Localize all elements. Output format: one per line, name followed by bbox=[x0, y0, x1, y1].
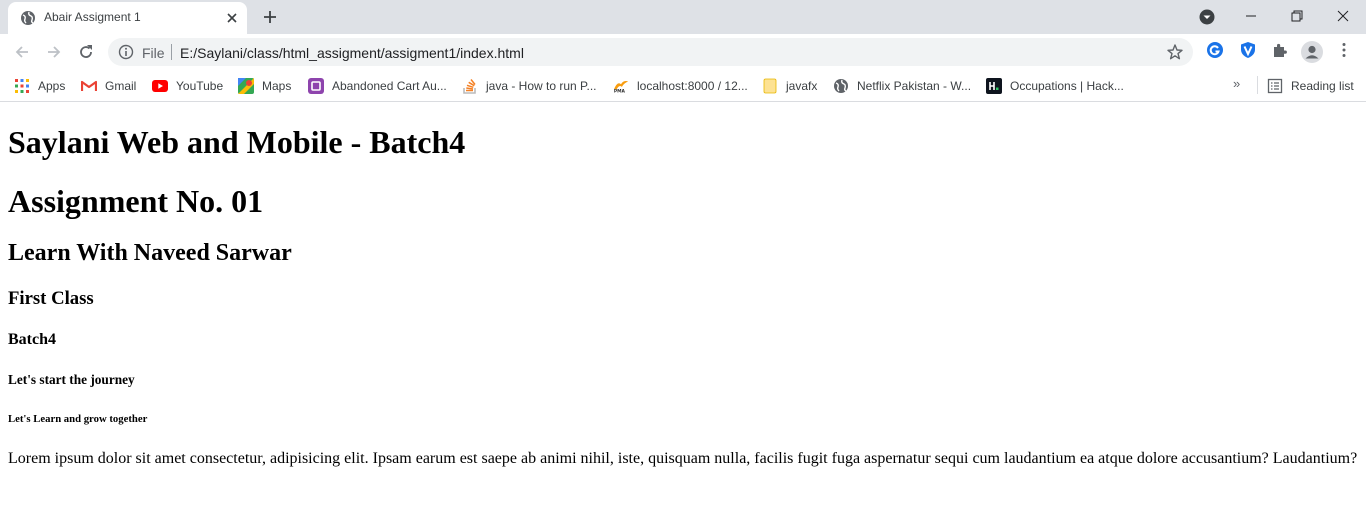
close-window-icon[interactable] bbox=[1320, 0, 1366, 32]
bookmark-label: Gmail bbox=[105, 79, 137, 93]
bookmark-label: Abandoned Cart Au... bbox=[332, 79, 447, 93]
bookmark-javafx[interactable]: javafx bbox=[762, 76, 817, 96]
bookmark-youtube[interactable]: YouTube bbox=[152, 76, 223, 96]
new-tab-icon[interactable] bbox=[260, 7, 280, 27]
bookmark-label: Apps bbox=[38, 79, 66, 93]
hackerrank-icon bbox=[986, 78, 1002, 94]
bookmark-star-icon[interactable] bbox=[1166, 43, 1184, 61]
globe-icon bbox=[20, 10, 36, 26]
bookmarks-divider bbox=[1257, 76, 1258, 94]
bookmark-label: Netflix Pakistan - W... bbox=[857, 79, 972, 93]
bookmark-label: Maps bbox=[262, 79, 292, 93]
bookmarks-bar: Apps Gmail YouTube Maps Abandoned Cart A… bbox=[0, 70, 1366, 102]
browser-toolbar: File E:/Saylani/class/html_assigment/ass… bbox=[0, 34, 1366, 70]
instructor-heading: Learn With Naveed Sarwar bbox=[8, 240, 292, 266]
class-heading: First Class bbox=[8, 288, 94, 309]
more-bookmarks-button[interactable]: » bbox=[1233, 76, 1240, 91]
page-title-heading: Saylani Web and Mobile - Batch4 bbox=[8, 124, 466, 160]
url-text[interactable]: E:/Saylani/class/html_assigment/assigmen… bbox=[180, 45, 524, 61]
cart-icon bbox=[308, 78, 324, 94]
close-tab-icon[interactable] bbox=[223, 9, 241, 27]
grow-heading: Let's Learn and grow together bbox=[8, 413, 148, 425]
batch-heading: Batch4 bbox=[8, 331, 56, 348]
forward-icon[interactable] bbox=[42, 40, 66, 64]
url-scheme-label: File bbox=[142, 45, 165, 61]
address-bar[interactable]: File E:/Saylani/class/html_assigment/ass… bbox=[108, 38, 1193, 66]
bookmark-label: java - How to run P... bbox=[486, 79, 597, 93]
lorem-paragraph: Lorem ipsum dolor sit amet consectetur, … bbox=[8, 450, 1358, 467]
reading-list-button[interactable]: Reading list bbox=[1267, 76, 1354, 96]
restore-icon[interactable] bbox=[1274, 0, 1320, 32]
bookmark-apps[interactable]: Apps bbox=[14, 76, 65, 96]
reading-list-label: Reading list bbox=[1291, 79, 1354, 93]
youtube-icon bbox=[152, 78, 168, 94]
tab-title: Abair Assigment 1 bbox=[44, 10, 141, 24]
back-icon[interactable] bbox=[10, 40, 34, 64]
tab-strip: Abair Assigment 1 bbox=[0, 0, 1366, 34]
minimize-icon[interactable] bbox=[1228, 0, 1274, 32]
info-icon[interactable] bbox=[118, 44, 134, 60]
reading-list-icon bbox=[1267, 78, 1283, 94]
menu-kebab-icon[interactable] bbox=[1334, 40, 1354, 60]
svg-text:PMA: PMA bbox=[614, 89, 626, 94]
assignment-heading: Assignment No. 01 bbox=[8, 183, 264, 219]
bookmark-maps[interactable]: Maps bbox=[238, 76, 291, 96]
bookmark-label: localhost:8000 / 12... bbox=[637, 79, 748, 93]
bookmark-label: Occupations | Hack... bbox=[1010, 79, 1124, 93]
bookmark-netflix[interactable]: Netflix Pakistan - W... bbox=[833, 76, 971, 96]
grammarly-icon[interactable] bbox=[1205, 40, 1225, 60]
maps-icon bbox=[238, 78, 254, 94]
globe-icon bbox=[833, 78, 849, 94]
url-separator bbox=[171, 44, 172, 60]
profile-avatar-icon[interactable] bbox=[1300, 40, 1324, 64]
journey-heading: Let's start the journey bbox=[8, 372, 135, 387]
bookmark-java-run[interactable]: java - How to run P... bbox=[462, 76, 597, 96]
bookmark-label: javafx bbox=[786, 79, 818, 93]
reload-icon[interactable] bbox=[74, 40, 98, 64]
apps-grid-icon bbox=[14, 78, 30, 94]
shield-icon[interactable] bbox=[1238, 40, 1258, 60]
gmail-icon bbox=[81, 78, 97, 94]
extensions-puzzle-icon[interactable] bbox=[1270, 40, 1290, 60]
phpmyadmin-icon: PMA bbox=[613, 78, 629, 94]
bookmark-localhost[interactable]: PMA localhost:8000 / 12... bbox=[613, 76, 748, 96]
tab-search-icon[interactable] bbox=[1198, 8, 1216, 26]
bookmark-gmail[interactable]: Gmail bbox=[81, 76, 136, 96]
stackoverflow-icon bbox=[462, 78, 478, 94]
bookmark-occupations[interactable]: Occupations | Hack... bbox=[986, 76, 1124, 96]
browser-tab[interactable]: Abair Assigment 1 bbox=[8, 2, 247, 34]
bookmark-label: YouTube bbox=[176, 79, 224, 93]
folder-icon bbox=[762, 78, 778, 94]
bookmark-abandoned-cart[interactable]: Abandoned Cart Au... bbox=[308, 76, 447, 96]
